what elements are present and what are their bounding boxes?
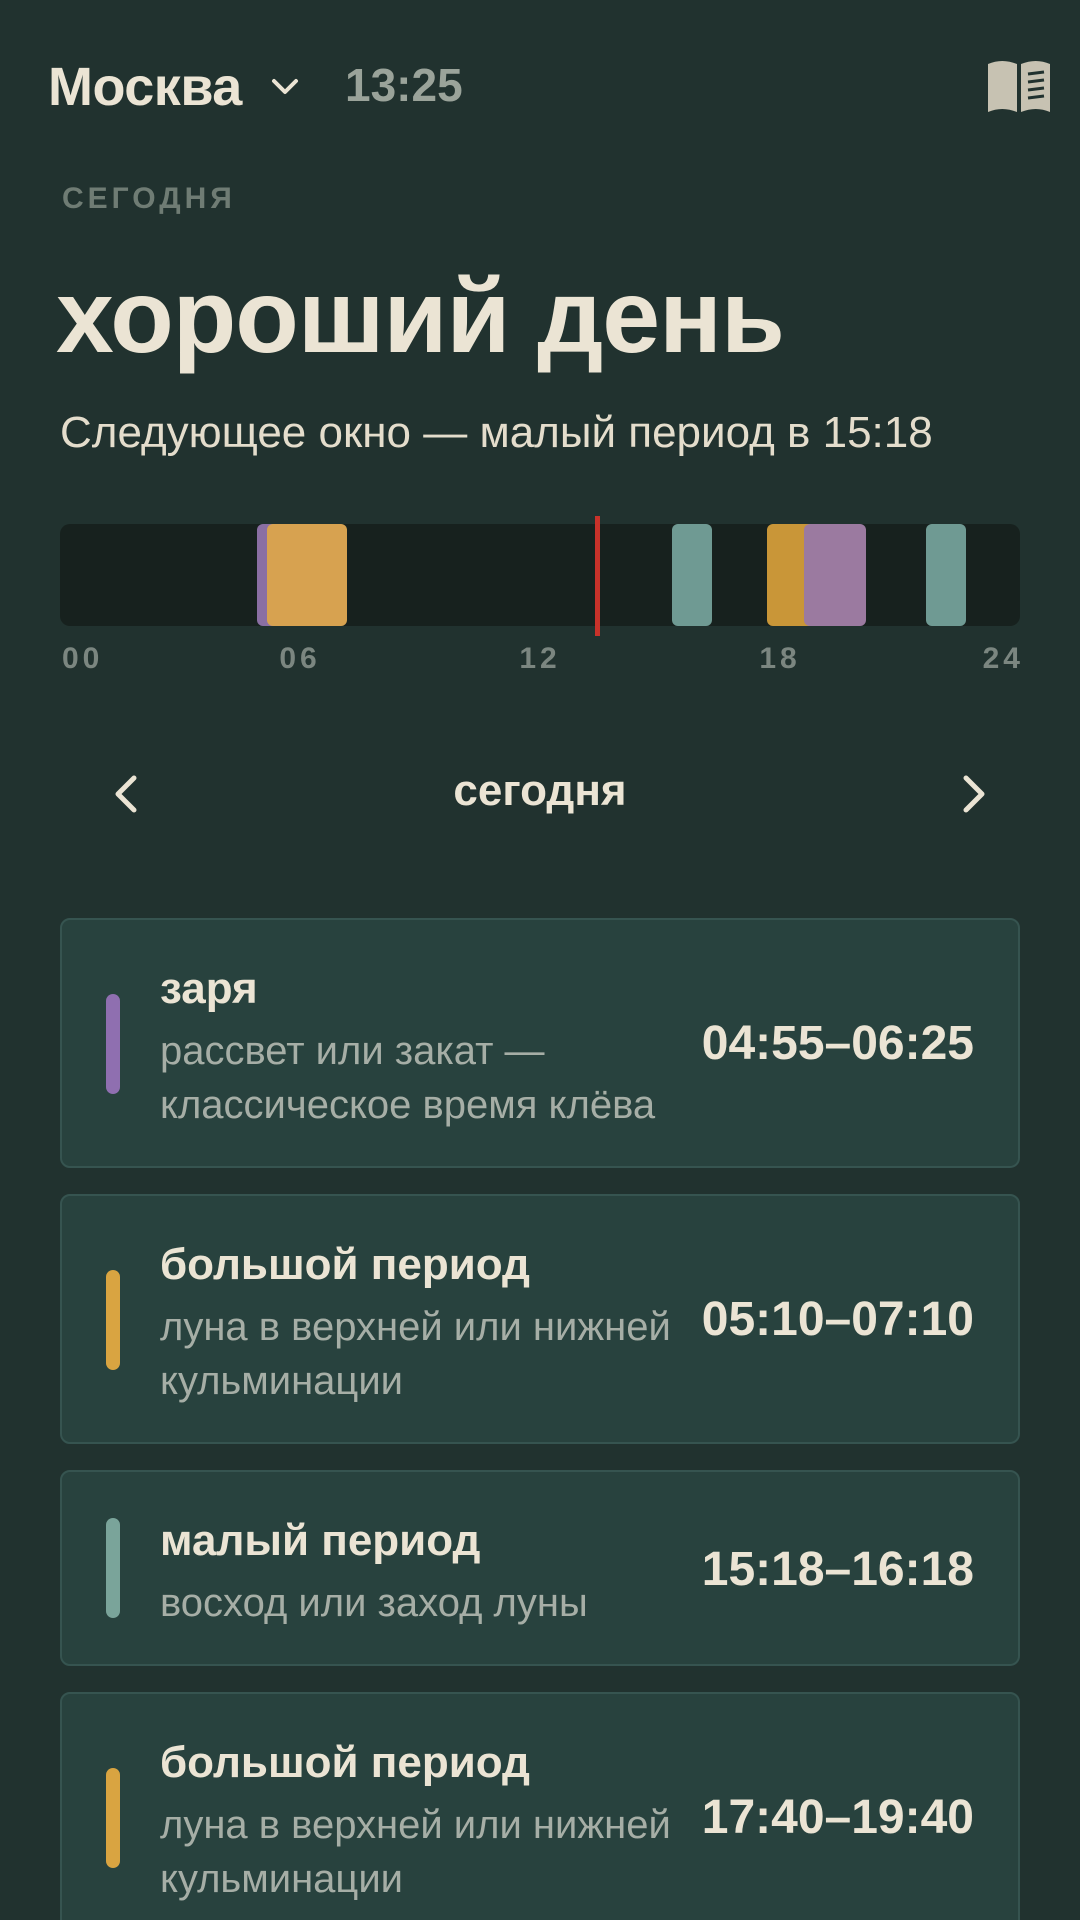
- timeline-tick-label: 18: [759, 642, 801, 675]
- period-time-range: 15:18–16:18: [701, 1543, 974, 1596]
- day-timeline: [60, 516, 1020, 636]
- day-navigation: сегодня: [60, 760, 1020, 826]
- timeline-tick-label: 06: [279, 642, 321, 675]
- period-card[interactable]: заря рассвет или закат — классическое вр…: [60, 918, 1020, 1168]
- period-time-range: 05:10–07:10: [701, 1293, 974, 1346]
- chevron-right-icon[interactable]: [944, 766, 1000, 822]
- period-description: восход или заход луны: [160, 1581, 588, 1625]
- period-title: малый период: [160, 1516, 481, 1565]
- timeline-segment-minor: [672, 524, 712, 626]
- header: Москва 13:25: [0, 0, 1080, 170]
- period-title: заря: [160, 964, 258, 1013]
- period-color-bar: [106, 1518, 120, 1618]
- timeline-segment-minor: [926, 524, 966, 626]
- day-label: сегодня: [453, 766, 627, 815]
- city-selector[interactable]: Москва: [48, 56, 302, 118]
- timeline-tick-label: 12: [519, 642, 561, 675]
- period-color-bar: [106, 1768, 120, 1868]
- period-color-bar: [106, 994, 120, 1094]
- period-title: большой период: [160, 1240, 530, 1289]
- timeline-now-marker: [594, 516, 600, 636]
- book-icon[interactable]: [984, 56, 1054, 116]
- day-verdict: хороший день: [56, 259, 785, 375]
- period-time-range: 17:40–19:40: [701, 1791, 974, 1844]
- period-card[interactable]: большой период луна в верхней или нижней…: [60, 1692, 1020, 1920]
- period-card[interactable]: малый период восход или заход луны 15:18…: [60, 1470, 1020, 1666]
- period-color-bar: [106, 1270, 120, 1370]
- chevron-down-icon: [271, 79, 298, 94]
- timeline-tick-label: 24: [982, 642, 1024, 675]
- current-time: 13:25: [345, 59, 463, 111]
- period-time-range: 04:55–06:25: [701, 1017, 974, 1070]
- period-description: луна в верхней или нижней кульминации: [160, 1305, 671, 1403]
- page: Москва 13:25 СЕГОДНЯ хороший день Следую…: [0, 0, 1080, 1920]
- period-title: большой период: [160, 1738, 530, 1787]
- timeline-segment-major: [266, 524, 347, 626]
- period-card[interactable]: большой период луна в верхней или нижней…: [60, 1194, 1020, 1444]
- section-label: СЕГОДНЯ: [62, 182, 236, 215]
- next-window-text: Следующее окно — малый период в 15:18: [60, 408, 933, 457]
- city-name: Москва: [48, 57, 242, 117]
- timeline-segment-dusk: [804, 524, 866, 626]
- period-description: луна в верхней или нижней кульминации: [160, 1803, 671, 1901]
- period-description: рассвет или закат — классическое время к…: [160, 1029, 656, 1127]
- timeline-tick-label: 00: [62, 642, 104, 675]
